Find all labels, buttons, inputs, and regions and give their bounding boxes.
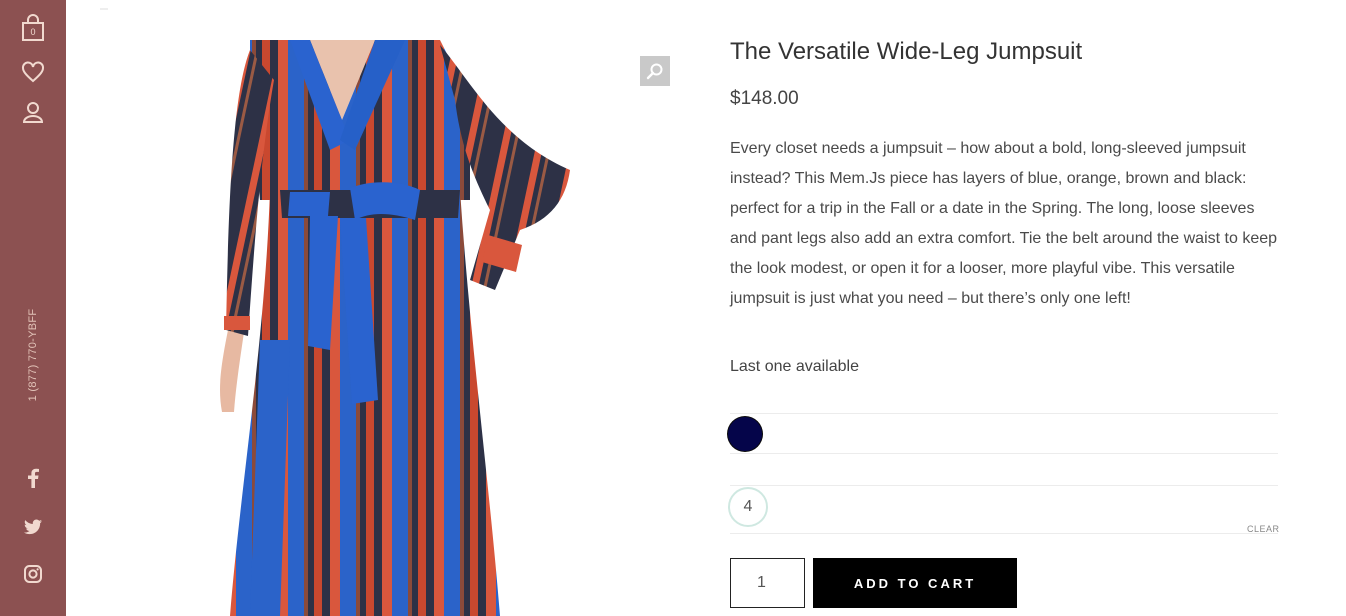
quantity-input[interactable] (730, 558, 805, 608)
shopping-bag-icon: 0 (22, 14, 44, 41)
twitter-icon (24, 519, 42, 535)
stock-status: Last one available (730, 358, 859, 375)
divider (730, 413, 1278, 414)
facebook-link[interactable] (19, 464, 47, 492)
product-price: $148.00 (730, 88, 799, 109)
color-swatch[interactable] (728, 417, 762, 451)
top-divider (100, 8, 108, 10)
product-title: The Versatile Wide-Leg Jumpsuit (730, 38, 1083, 65)
divider (730, 533, 1278, 534)
divider (730, 485, 1278, 486)
instagram-link[interactable] (19, 560, 47, 588)
user-icon (22, 102, 44, 123)
facebook-icon (28, 468, 39, 488)
twitter-link[interactable] (19, 513, 47, 541)
size-option[interactable]: 4 (728, 487, 768, 527)
sidebar: 0 1 (877) 770-YBFF (0, 0, 66, 616)
add-to-cart-button[interactable]: ADD TO CART (813, 558, 1017, 608)
product-description: Every closet needs a jumpsuit – how abou… (730, 140, 1278, 307)
wishlist-button[interactable] (19, 58, 47, 86)
phone-number[interactable]: 1 (877) 770-YBFF (27, 309, 39, 402)
zoom-button[interactable] (640, 56, 670, 86)
magnifier-icon (646, 63, 663, 80)
instagram-icon (24, 565, 42, 583)
divider (730, 453, 1278, 454)
cart-count: 0 (30, 27, 35, 37)
heart-icon (22, 61, 44, 83)
cart-button[interactable]: 0 (19, 14, 47, 42)
product-image[interactable] (170, 40, 610, 616)
account-button[interactable] (19, 98, 47, 126)
